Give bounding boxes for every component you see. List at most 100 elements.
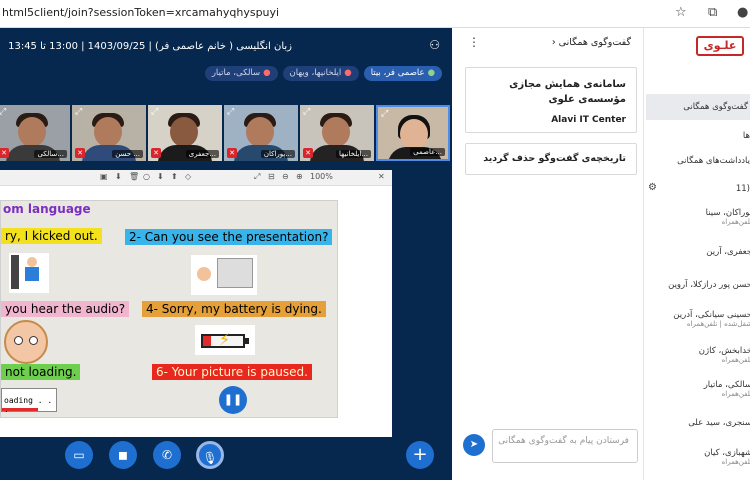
webcam-tile[interactable]: ⤢ ✕ حسن ... [72,105,146,161]
participant-name: حسینی سیانکی، آدرین [673,310,750,320]
toolbar-icon[interactable]: ◇ [185,172,191,181]
system-message: تاریخچه‌ی گفت‌وگو حذف گردید [465,143,637,175]
chat-message-input[interactable]: فرستادن پیام به گفت‌وگوی همگانی [492,429,638,463]
sidebar-item-shared-notes[interactable]: یادداشت‌های همگانی [677,156,750,166]
screenshare[interactable]: ▣ ⬇ 🗑 ○ ⬇ ⬆ ◇ ⤢ ⊟ ⊖ ⊕ 100% ✕ om language… [0,170,392,437]
camera-button[interactable]: ◼ [109,441,137,469]
talking-indicators: ●عاصمی فر، بیتا ●ایلخانیها، ویهان ●سالکی… [204,66,442,81]
muted-icon: ✕ [75,148,85,158]
participant-role: تلفن‌همراه [721,390,750,398]
actions-plus-button[interactable]: + [406,441,434,469]
participant-row[interactable]: حسینی سیانکی، آدرین شقل‌شده | تلفن‌همراه [673,310,750,328]
talker-name: سالکی، ماتیار [211,68,261,78]
webcam-tile[interactable]: ⤢ ✕ پوراکان... [224,105,298,161]
expand-icon[interactable]: ⤢ [75,107,82,117]
chat-options-icon[interactable]: ⋮ [468,35,480,49]
trash-icon[interactable]: 🗑 [129,172,139,181]
webcam-name: حسن ... [112,150,143,158]
presentation-illustration [191,255,257,295]
chevron-left-icon[interactable]: ‹ [552,37,556,48]
alavi-logo: علـوی [696,36,744,56]
talker-name: عاصمی فر، بیتا [370,68,425,78]
user-list-sidebar: علـوی گفت‌وگوی همگانی ها یادداشت‌های همگ… [644,28,750,480]
meeting-area: زبان انگلیسی ( خانم عاصمی فر) | 1403/09/… [0,28,452,480]
webcam-tile[interactable]: ⤢ ✕ سالکی... [0,105,70,161]
toolbar-icon[interactable]: ⊟ [268,172,275,181]
toolbar-icon[interactable]: ▣ [100,172,108,181]
zoom-out-icon[interactable]: ⊖ [282,172,289,181]
loading-illustration: oading . . . [1,388,57,414]
participant-row[interactable]: سالکی، ماتیار تلفن‌همراه [704,380,750,398]
slide-title: om language [3,202,91,216]
share-screen-button[interactable]: ▭ [65,441,93,469]
slide-phrase-6: 6- Your picture is paused. [152,364,312,380]
participant-name: خدابخش، کاژن [698,346,750,356]
participant-role: تلفن‌همراه [721,458,750,466]
webcam-tile[interactable]: ⤢ ✕ ایلخانیها... [300,105,374,161]
participant-role: شقل‌شده | تلفن‌همراه [686,320,750,328]
welcome-brand: Alavi IT Center [551,115,626,125]
talker-name: ایلخانیها، ویهان [289,68,342,78]
webcam-strip: ⤢ ✕ سالکی... ⤢ ✕ حسن ... ⤢ ✕ جعفری... ⤢ … [0,105,452,161]
mic-icon: ● [427,68,435,78]
expand-icon[interactable]: ⤢ [227,107,234,117]
slide-phrase-4: 4- Sorry, my battery is dying. [142,301,326,317]
url-text[interactable]: html5client/join?sessionToken=xrcamahyqh… [2,6,279,19]
participant-row[interactable]: جعفری، آرین [706,247,750,257]
fit-icon[interactable]: ⤢ [254,172,260,182]
address-bar[interactable]: html5client/join?sessionToken=xrcamahyqh… [0,0,750,28]
extensions-icon[interactable]: ⧉ [708,5,717,20]
participant-row[interactable]: سنجری، سید علی [688,418,750,428]
expand-icon[interactable]: ⤢ [381,109,388,119]
toolbar-icon[interactable]: ⬆ [171,172,178,181]
expand-icon[interactable]: ⤢ [303,107,310,117]
close-icon[interactable]: ✕ [378,172,385,181]
participant-row[interactable]: خدابخش، کاژن تلفن‌همراه [699,346,750,364]
toolbar-icon[interactable]: ⬇ [115,172,122,181]
kicked-out-illustration [9,253,49,293]
user-list-toggle-icon[interactable]: ⚇ [429,38,440,52]
welcome-message: سامانه‌ی همایش مجازی مؤسسه‌ی علوی Alavi I… [465,67,637,133]
participant-name: حسن پور درازکلا، آروین [668,280,750,290]
webcam-name: ایلخانیها... [336,150,371,158]
participant-name: سالکی، ماتیار [703,380,750,390]
welcome-line-1: سامانه‌ی همایش مجازی [509,79,626,90]
slide: om language ry, I kicked out. 2- Can you… [0,200,338,418]
chat-input-placeholder: فرستادن پیام به گفت‌وگوی همگانی [498,436,629,446]
participant-role: تلفن‌همراه [721,356,750,364]
webcam-tile[interactable]: ⤢ عاصمی... [376,105,450,161]
zoom-in-icon[interactable]: ⊕ [296,172,303,181]
welcome-line-2: مؤسسه‌ی علوی [548,94,626,105]
expand-icon[interactable]: ⤢ [151,107,158,117]
welcome-text: سامانه‌ی همایش مجازی مؤسسه‌ی علوی [509,77,626,107]
participant-name: جعفری، آرین [706,247,750,257]
talker-chip: ●ایلخانیها، ویهان [282,66,359,81]
sidebar-item-messages[interactable]: ها [743,131,750,141]
bookmark-star-icon[interactable]: ☆ [675,5,687,20]
participant-row[interactable]: حسن پور درازکلا، آروین [668,280,750,290]
talker-chip: ●سالکی، ماتیار [204,66,278,81]
sidebar-item-public-chat[interactable]: گفت‌وگوی همگانی [646,94,750,120]
pause-icon: ❚❚ [219,386,247,414]
muted-icon: ✕ [0,148,9,158]
toolbar-icon[interactable]: ⬇ [157,172,164,181]
chat-cleared-text: تاریخچه‌ی گفت‌وگو حذف گردید [483,153,626,164]
participant-row[interactable]: شهبازی، کیان تلفن‌همراه [704,448,750,466]
profile-icon[interactable]: ● [737,5,748,20]
participant-row[interactable]: پوراکان، سینا تلفن‌همراه [706,208,750,226]
muted-icon: ✕ [227,148,237,158]
expand-icon[interactable]: ⤢ [0,107,6,117]
talker-chip: ●عاصمی فر، بیتا [363,66,442,81]
slide-phrase-2: 2- Can you see the presentation? [125,229,333,245]
webcam-tile[interactable]: ⤢ ✕ جعفری... [148,105,222,161]
sidebar-users-count: (11 [735,184,750,194]
mic-off-icon: ● [263,68,271,78]
microphone-button[interactable]: 🎙 [196,441,224,469]
zoom-level: 100% [310,172,333,181]
meeting-title: زبان انگلیسی ( خانم عاصمی فر) | 1403/09/… [8,41,292,52]
chat-header[interactable]: گفت‌وگوی همگانی ‹ [552,37,631,48]
send-message-button[interactable]: ➤ [463,434,485,456]
gear-icon[interactable]: ⚙ [648,182,657,193]
leave-audio-button[interactable]: ✆ [153,441,181,469]
toolbar-icon[interactable]: ○ [143,172,150,181]
